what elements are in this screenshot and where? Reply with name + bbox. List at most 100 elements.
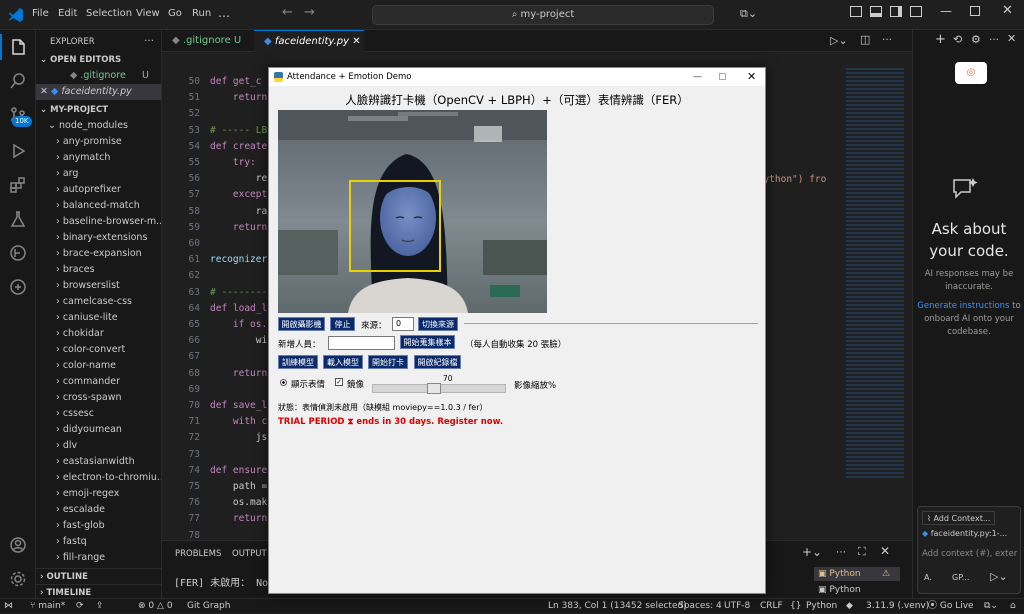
mirror-checkbox[interactable]: ✓ [335,378,343,386]
more-menu-icon[interactable]: … [218,6,230,20]
show-emotion-radio[interactable] [280,379,287,386]
toggle-panel-icon[interactable] [870,6,882,17]
menu-edit[interactable]: Edit [58,8,77,19]
explorer-more-icon[interactable]: … [144,33,154,44]
minimize-icon[interactable]: — [940,4,952,18]
history-icon[interactable]: ⟲ [953,33,962,46]
maximize-panel-icon[interactable]: ⛶ [858,545,866,559]
folder-item[interactable]: › any-promise [36,134,161,150]
code-line[interactable]: # -------- [210,287,267,298]
folder-item[interactable]: › baseline-browser-m... [36,214,161,230]
outline-header[interactable]: › OUTLINE [36,568,161,584]
folder-item[interactable]: › cross-spawn [36,390,161,406]
testing-flask-icon[interactable] [9,210,27,228]
toggle-secondary-sidebar-icon[interactable] [890,6,902,17]
project-header[interactable]: ⌄ MY-PROJECT [36,102,161,118]
copilot-status-icon[interactable]: ⧉⌄ [984,599,998,614]
account-icon[interactable] [9,536,27,554]
git-graph-status[interactable]: Git Graph [187,599,230,614]
remote-icon[interactable]: ⋈ [4,599,13,614]
code-line[interactable]: return [210,222,267,233]
close-panel-icon[interactable]: ✕ [880,544,890,558]
code-line[interactable]: def save_l [210,400,267,411]
terminal-python-1[interactable]: ▣ Python ⚠ [814,567,900,581]
model-picker[interactable]: GP... [952,573,969,582]
explorer-icon[interactable] [9,38,27,56]
start-collect-button[interactable]: 開始蒐集樣本 [400,335,455,349]
settings-gear-icon[interactable] [9,570,27,588]
code-line[interactable]: return [210,368,267,379]
folder-item[interactable]: › escalade [36,502,161,518]
back-arrow-icon[interactable]: ← [282,5,293,20]
code-line[interactable]: with c [210,416,267,427]
chat-input[interactable]: Add context (#), exter [922,549,1017,559]
toggle-sidebar-icon[interactable] [850,6,862,17]
close-chat-icon[interactable]: ✕ [1007,32,1016,45]
folder-item[interactable]: › balanced-match [36,198,161,214]
folder-item[interactable]: › fast-glob [36,518,161,534]
folder-item[interactable]: › color-convert [36,342,161,358]
sync-icon[interactable]: ⟳ [76,599,84,614]
code-line[interactable]: js [210,432,267,443]
python-icon[interactable]: ◆ [846,599,853,614]
code-line[interactable]: def get_c [210,76,261,87]
tab-gitignore[interactable]: ◆ .gitignore U [162,30,252,52]
editor-more-icon[interactable]: … [882,32,892,43]
code-line[interactable]: def ensure [210,465,267,476]
terminal-more-icon[interactable]: ⋯ [836,547,846,558]
forward-arrow-icon[interactable]: → [304,5,315,20]
zoom-slider-thumb[interactable] [427,383,441,394]
folder-item[interactable]: › caniuse-lite [36,310,161,326]
folder-item[interactable]: › binary-extensions [36,230,161,246]
send-icon[interactable]: ▷⌄ [990,570,1008,583]
tab-problems[interactable]: PROBLEMS [175,549,221,559]
python-interpreter[interactable]: 3.11.9 (.venv) [866,599,929,614]
code-line[interactable]: return [210,513,267,524]
new-person-input[interactable] [328,336,395,350]
app-minimize-icon[interactable]: — [693,68,702,86]
timeline-header[interactable]: › TIMELINE [36,584,161,598]
search-view-icon[interactable] [9,72,27,90]
folder-item[interactable]: › emoji-regex [36,486,161,502]
code-line[interactable]: ra [210,206,267,217]
problems-status[interactable]: ⊗ 0 △ 0 [138,599,173,614]
tab-faceidentity[interactable]: ◆ faceidentity.py ✕ [254,30,364,52]
stop-button[interactable]: 停止 [330,317,355,331]
folder-item[interactable]: › cssesc [36,406,161,422]
close-editor-icon[interactable]: ✕ [40,86,51,97]
code-line[interactable]: wi [210,335,267,346]
run-debug-icon[interactable] [9,142,27,160]
tab-output[interactable]: OUTPUT [232,549,267,559]
encoding[interactable]: UTF-8 [724,599,750,614]
branch-status[interactable]: ⑂ main* [30,599,65,614]
chat-more-icon[interactable]: … [989,32,999,43]
generate-instructions-link[interactable]: Generate instructions [917,301,1009,311]
terminal-python-2[interactable]: ▣ Python [814,583,900,597]
language-mode[interactable]: Python [806,599,837,614]
switch-source-button[interactable]: 切換來源 [418,317,458,331]
code-line[interactable]: except [210,189,267,200]
open-editor-gitignore[interactable]: ◆ .gitignore U [36,68,161,84]
code-line[interactable]: re [210,173,267,184]
folder-item[interactable]: › electron-to-chromiu... [36,470,161,486]
menu-file[interactable]: File [32,8,49,19]
folder-item[interactable]: ⌄ node_modules [36,118,161,134]
menu-go[interactable]: Go [168,8,182,19]
braces-icon[interactable]: {} [790,599,801,614]
command-center-search[interactable]: ⌕ my-project [372,5,714,25]
remote-explorer-icon[interactable] [9,278,27,296]
notifications-bell-icon[interactable]: ⌂ [1010,599,1016,614]
indentation[interactable]: Spaces: 4 [678,599,722,614]
folder-item[interactable]: › dlv [36,438,161,454]
open-editor-faceidentity[interactable]: ✕ ◆ faceidentity.py [36,84,161,100]
folder-item[interactable]: › didyoumean [36,422,161,438]
publish-icon[interactable]: ⇪ [96,599,104,614]
folder-item[interactable]: › commander [36,374,161,390]
folder-item[interactable]: › color-name [36,358,161,374]
folder-item[interactable]: › camelcase-css [36,294,161,310]
folder-item[interactable]: › braces [36,262,161,278]
copilot-icon[interactable]: ⧉⌄ [740,7,757,21]
source-input[interactable]: 0 [392,317,414,331]
cursor-position[interactable]: Ln 383, Col 1 (13452 selected) [548,599,687,614]
folder-item[interactable]: › browserslist [36,278,161,294]
